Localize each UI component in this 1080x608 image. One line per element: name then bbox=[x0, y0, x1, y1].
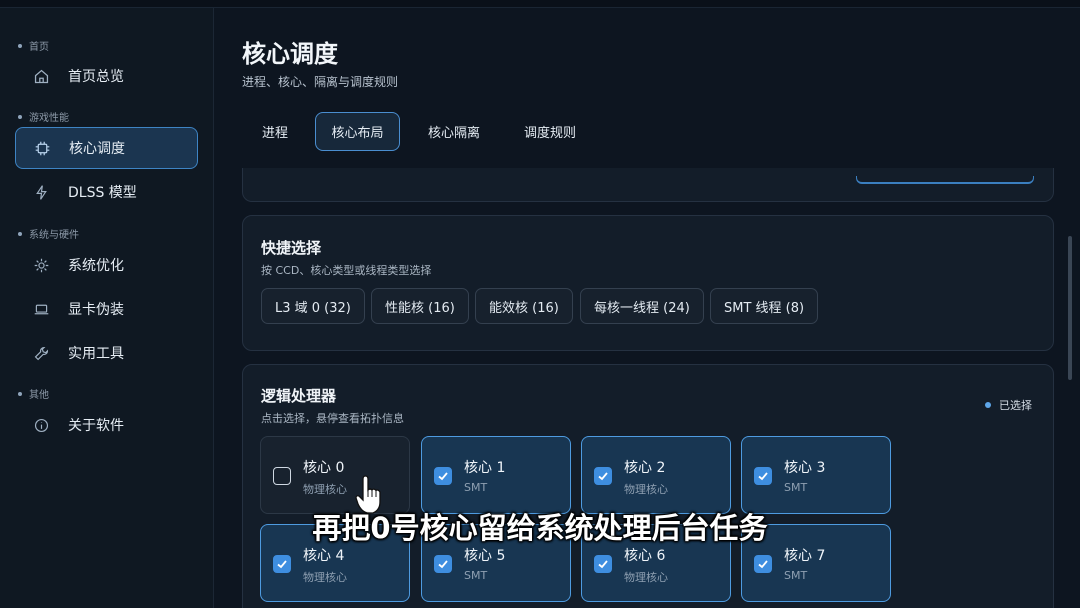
core-type: SMT bbox=[784, 481, 808, 494]
sidebar-section-home: 首页 bbox=[18, 38, 49, 53]
chip-smt-threads[interactable]: SMT 线程 (8) bbox=[710, 288, 819, 324]
window-top-edge bbox=[0, 0, 1080, 8]
quick-select-panel: 快捷选择 按 CCD、核心类型或线程类型选择 bbox=[242, 215, 1054, 351]
sidebar-item-core-scheduling[interactable]: 核心调度 bbox=[15, 127, 198, 169]
chip-one-thread-per-core[interactable]: 每核一线程 (24) bbox=[580, 288, 704, 324]
check-icon bbox=[758, 472, 768, 481]
core-type: SMT bbox=[784, 569, 808, 582]
check-icon bbox=[598, 560, 608, 569]
core-name: 核心 5 bbox=[464, 548, 506, 564]
core-name: 核心 2 bbox=[624, 460, 666, 476]
sidebar-item-label: 显卡伪装 bbox=[68, 302, 124, 318]
sidebar-item-system-optimize[interactable]: 系统优化 bbox=[15, 244, 198, 286]
bolt-icon bbox=[27, 178, 55, 206]
core-card[interactable]: 核心 1 SMT bbox=[421, 436, 571, 514]
sidebar-item-label: DLSS 模型 bbox=[68, 185, 137, 201]
selected-legend: 已选择 bbox=[985, 397, 1032, 413]
sidebar-item-label: 首页总览 bbox=[68, 69, 124, 85]
core-name: 核心 1 bbox=[464, 460, 506, 476]
sidebar-item-label: 系统优化 bbox=[68, 258, 124, 274]
checkbox-unchecked[interactable] bbox=[273, 467, 291, 485]
scrollbar[interactable] bbox=[1068, 236, 1072, 380]
sidebar-item-tools[interactable]: 实用工具 bbox=[15, 332, 198, 374]
chip-efficiency-cores[interactable]: 能效核 (16) bbox=[475, 288, 573, 324]
tab-scheduling-rules[interactable]: 调度规则 bbox=[509, 112, 591, 151]
logical-processors-subtitle: 点击选择，悬停查看拓扑信息 bbox=[261, 412, 404, 425]
legend-dot-icon bbox=[985, 402, 991, 408]
core-type: SMT bbox=[464, 569, 488, 582]
gear-icon bbox=[27, 251, 55, 279]
page-subtitle: 进程、核心、隔离与调度规则 bbox=[242, 75, 399, 89]
core-type: SMT bbox=[464, 481, 488, 494]
checkbox-checked[interactable] bbox=[754, 555, 772, 573]
quick-select-subtitle: 按 CCD、核心类型或线程类型选择 bbox=[261, 264, 432, 277]
video-caption: 再把0号核心留给系统处理后台任务 bbox=[312, 511, 768, 545]
core-card[interactable]: 核心 0 物理核心 bbox=[260, 436, 410, 514]
previous-panel-control[interactable] bbox=[856, 176, 1034, 184]
core-name: 核心 3 bbox=[784, 460, 826, 476]
quick-select-title: 快捷选择 bbox=[261, 239, 322, 257]
core-name: 核心 6 bbox=[624, 548, 666, 564]
chip-icon bbox=[28, 134, 56, 162]
chip-performance-cores[interactable]: 性能核 (16) bbox=[371, 288, 469, 324]
checkbox-checked[interactable] bbox=[273, 555, 291, 573]
sidebar-section-other: 其他 bbox=[18, 386, 49, 401]
sidebar-item-gpu-spoof[interactable]: 显卡伪装 bbox=[15, 288, 198, 330]
tab-process[interactable]: 进程 bbox=[249, 112, 301, 151]
check-icon bbox=[277, 560, 287, 569]
tab-core-isolation[interactable]: 核心隔离 bbox=[413, 112, 495, 151]
check-icon bbox=[758, 560, 768, 569]
sidebar-section-system: 系统与硬件 bbox=[18, 226, 79, 241]
chip-l3-domain-0[interactable]: L3 域 0 (32) bbox=[261, 288, 365, 324]
checkbox-checked[interactable] bbox=[434, 467, 452, 485]
wrench-icon bbox=[27, 339, 55, 367]
check-icon bbox=[438, 560, 448, 569]
checkbox-checked[interactable] bbox=[594, 555, 612, 573]
core-name: 核心 4 bbox=[303, 548, 345, 564]
check-icon bbox=[438, 472, 448, 481]
tab-core-layout[interactable]: 核心布局 bbox=[315, 112, 400, 151]
checkbox-checked[interactable] bbox=[754, 467, 772, 485]
sidebar-item-label: 关于软件 bbox=[68, 418, 124, 434]
sidebar-item-label: 核心调度 bbox=[69, 141, 125, 157]
info-icon bbox=[27, 411, 55, 439]
core-name: 核心 7 bbox=[784, 548, 826, 564]
core-card[interactable]: 核心 3 SMT bbox=[741, 436, 891, 514]
check-icon bbox=[598, 472, 608, 481]
checkbox-checked[interactable] bbox=[434, 555, 452, 573]
sidebar-item-label: 实用工具 bbox=[68, 346, 124, 362]
core-type: 物理核心 bbox=[624, 571, 668, 584]
sidebar-section-gaming: 游戏性能 bbox=[18, 109, 69, 124]
page-title: 核心调度 bbox=[242, 40, 338, 68]
sidebar-item-about[interactable]: 关于软件 bbox=[15, 404, 198, 446]
checkbox-checked[interactable] bbox=[594, 467, 612, 485]
previous-panel bbox=[242, 168, 1054, 202]
sidebar-item-dlss[interactable]: DLSS 模型 bbox=[15, 171, 198, 213]
home-icon bbox=[27, 62, 55, 90]
logical-processors-title: 逻辑处理器 bbox=[261, 387, 337, 405]
core-card[interactable]: 核心 2 物理核心 bbox=[581, 436, 731, 514]
sidebar-item-home[interactable]: 首页总览 bbox=[15, 55, 198, 97]
core-type: 物理核心 bbox=[303, 571, 347, 584]
laptop-icon bbox=[27, 295, 55, 323]
core-type: 物理核心 bbox=[303, 483, 347, 496]
core-name: 核心 0 bbox=[303, 460, 345, 476]
core-type: 物理核心 bbox=[624, 483, 668, 496]
